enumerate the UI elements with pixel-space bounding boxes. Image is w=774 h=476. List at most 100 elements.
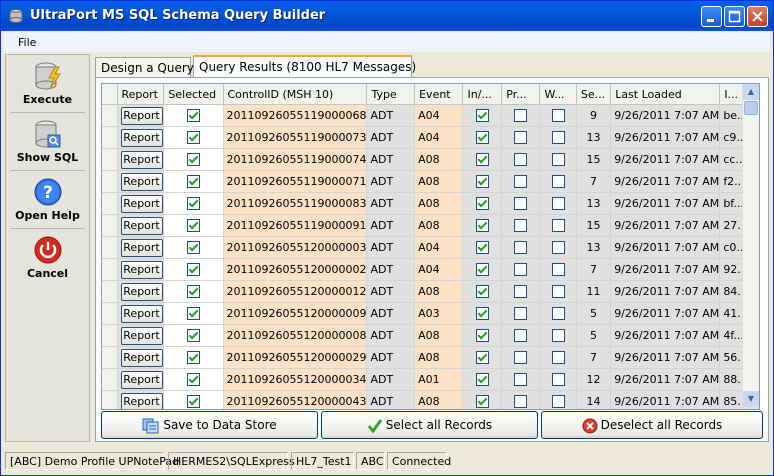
- inbound-checkbox[interactable]: [475, 153, 489, 167]
- event-cell[interactable]: A04: [414, 258, 464, 281]
- seq-cell[interactable]: 13: [576, 192, 612, 215]
- type-cell[interactable]: ADT: [366, 126, 416, 149]
- last-loaded-cell[interactable]: 9/26/2011 7:07 AM: [610, 214, 721, 237]
- selected-cell[interactable]: [163, 302, 224, 325]
- last-loaded-cell[interactable]: 9/26/2011 7:07 AM: [610, 148, 721, 171]
- report-button[interactable]: Report: [120, 194, 163, 213]
- w-cell[interactable]: [539, 258, 577, 281]
- selected-cell[interactable]: [163, 192, 224, 215]
- pr-checkbox[interactable]: [514, 263, 528, 277]
- report-button[interactable]: Report: [120, 150, 163, 169]
- type-cell[interactable]: ADT: [366, 170, 416, 193]
- pr-checkbox[interactable]: [514, 175, 528, 189]
- selected-cell[interactable]: [163, 104, 224, 127]
- w-cell[interactable]: [539, 280, 577, 303]
- table-row[interactable]: Report 20110926055120000008 ADT A08 5 9/26/20…: [102, 324, 759, 347]
- pr-cell[interactable]: [501, 104, 541, 127]
- table-row[interactable]: Report 20110926055119000083 ADT A08 13 9/26/2…: [102, 192, 759, 215]
- w-checkbox[interactable]: [551, 109, 565, 123]
- report-button[interactable]: Report: [120, 172, 163, 191]
- control-id-cell[interactable]: 20110926055119000083: [223, 192, 368, 215]
- table-row[interactable]: Report 20110926055120000029 ADT A08 7 9/26/20…: [102, 346, 759, 369]
- w-checkbox[interactable]: [551, 285, 565, 299]
- selected-cell[interactable]: [163, 214, 224, 237]
- event-cell[interactable]: A01: [414, 368, 464, 391]
- type-cell[interactable]: ADT: [366, 258, 416, 281]
- last-loaded-cell[interactable]: 9/26/2011 7:07 AM: [610, 258, 721, 281]
- last-loaded-cell[interactable]: 9/26/2011 7:07 AM: [610, 390, 721, 409]
- w-checkbox[interactable]: [551, 153, 565, 167]
- event-cell[interactable]: A08: [414, 390, 464, 409]
- column-header[interactable]: Selected: [163, 84, 224, 105]
- w-cell[interactable]: [539, 302, 577, 325]
- w-checkbox[interactable]: [551, 351, 565, 365]
- w-checkbox[interactable]: [551, 175, 565, 189]
- w-checkbox[interactable]: [551, 329, 565, 343]
- column-header[interactable]: W...: [539, 84, 577, 105]
- control-id-cell[interactable]: 20110926055119000074: [223, 148, 368, 171]
- pr-checkbox[interactable]: [514, 241, 528, 255]
- pr-checkbox[interactable]: [514, 109, 528, 123]
- control-id-cell[interactable]: 20110926055120000002: [223, 258, 368, 281]
- event-cell[interactable]: A08: [414, 192, 464, 215]
- row-header[interactable]: [102, 170, 118, 193]
- deselect-all-records-button[interactable]: Deselect all Records: [541, 411, 763, 439]
- type-cell[interactable]: ADT: [366, 390, 416, 409]
- column-header[interactable]: Type: [366, 84, 416, 105]
- inbound-cell[interactable]: [462, 346, 503, 369]
- cancel-button[interactable]: Cancel: [6, 231, 89, 286]
- w-cell[interactable]: [539, 148, 577, 171]
- row-header[interactable]: [102, 214, 118, 237]
- selected-checkbox[interactable]: [186, 395, 200, 409]
- close-button[interactable]: [747, 6, 768, 27]
- event-cell[interactable]: A04: [414, 126, 464, 149]
- seq-cell[interactable]: 7: [576, 170, 612, 193]
- inbound-cell[interactable]: [462, 324, 503, 347]
- report-button[interactable]: Report: [120, 128, 163, 147]
- selected-cell[interactable]: [163, 236, 224, 259]
- pr-checkbox[interactable]: [514, 329, 528, 343]
- event-cell[interactable]: A08: [414, 214, 464, 237]
- type-cell[interactable]: ADT: [366, 148, 416, 171]
- inbound-checkbox[interactable]: [475, 219, 489, 233]
- type-cell[interactable]: ADT: [366, 368, 416, 391]
- row-header[interactable]: [102, 346, 118, 369]
- pr-checkbox[interactable]: [514, 153, 528, 167]
- scroll-up-button[interactable]: ▲: [743, 84, 759, 100]
- w-checkbox[interactable]: [551, 131, 565, 145]
- seq-cell[interactable]: 7: [576, 346, 612, 369]
- table-row[interactable]: Report 20110926055120000012 ADT A08 11 9/26/2…: [102, 280, 759, 303]
- column-header[interactable]: Report: [117, 84, 165, 105]
- report-button[interactable]: Report: [120, 260, 163, 279]
- control-id-cell[interactable]: 20110926055120000008: [223, 324, 368, 347]
- inbound-checkbox[interactable]: [475, 329, 489, 343]
- last-loaded-cell[interactable]: 9/26/2011 7:07 AM: [610, 324, 721, 347]
- seq-cell[interactable]: 14: [576, 390, 612, 409]
- event-cell[interactable]: A08: [414, 346, 464, 369]
- seq-cell[interactable]: 13: [576, 126, 612, 149]
- w-cell[interactable]: [539, 390, 577, 409]
- row-header[interactable]: [102, 258, 118, 281]
- pr-cell[interactable]: [501, 192, 541, 215]
- row-header[interactable]: [102, 126, 118, 149]
- event-cell[interactable]: A08: [414, 170, 464, 193]
- inbound-cell[interactable]: [462, 126, 503, 149]
- type-cell[interactable]: ADT: [366, 214, 416, 237]
- select-all-records-button[interactable]: Select all Records: [321, 411, 538, 439]
- show-sql-button[interactable]: Show SQL: [6, 115, 89, 170]
- seq-cell[interactable]: 12: [576, 368, 612, 391]
- open-help-button[interactable]: ? Open Help: [6, 173, 89, 228]
- selected-cell[interactable]: [163, 368, 224, 391]
- inbound-cell[interactable]: [462, 280, 503, 303]
- seq-cell[interactable]: 13: [576, 236, 612, 259]
- last-loaded-cell[interactable]: 9/26/2011 7:07 AM: [610, 126, 721, 149]
- selected-checkbox[interactable]: [186, 351, 200, 365]
- pr-checkbox[interactable]: [514, 351, 528, 365]
- pr-cell[interactable]: [501, 170, 541, 193]
- selected-cell[interactable]: [163, 126, 224, 149]
- column-header[interactable]: Pr...: [501, 84, 541, 105]
- w-checkbox[interactable]: [551, 197, 565, 211]
- tab-design-query[interactable]: Design a Query: [95, 57, 194, 77]
- w-checkbox[interactable]: [551, 263, 565, 277]
- inbound-checkbox[interactable]: [475, 395, 489, 409]
